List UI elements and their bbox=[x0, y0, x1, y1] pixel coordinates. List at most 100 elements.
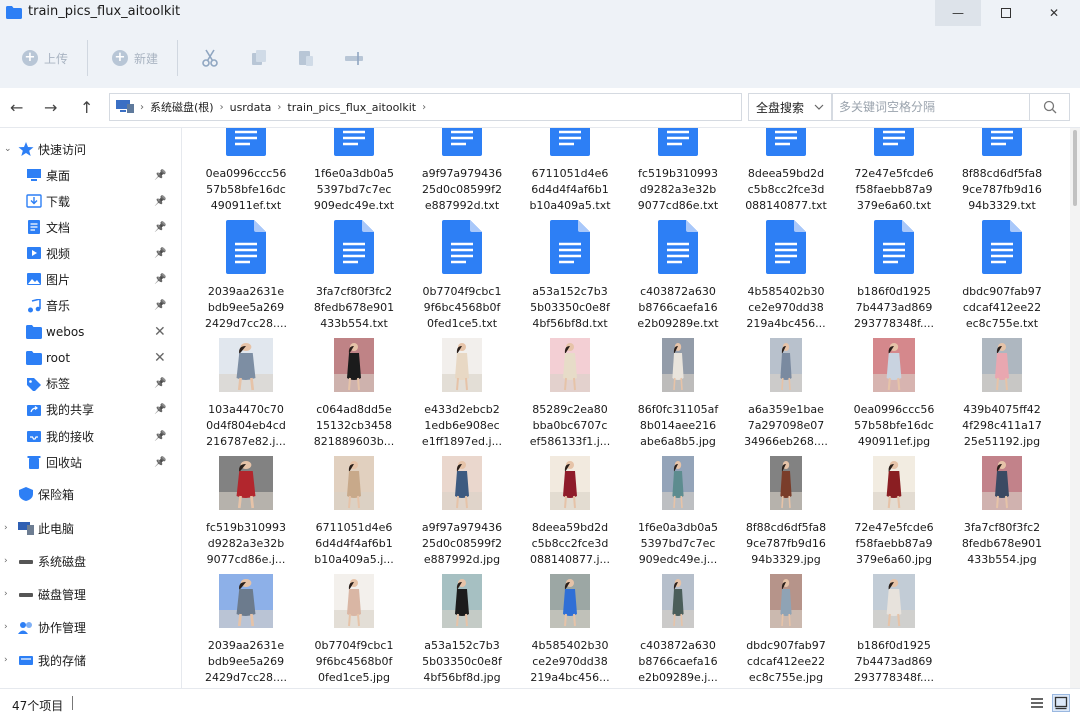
expand-chevron-icon[interactable]: › bbox=[4, 556, 8, 566]
sidebar-item-桌面[interactable]: 桌面 📌 bbox=[0, 163, 180, 187]
sidebar-item-safe[interactable]: 保险箱 bbox=[0, 482, 180, 506]
new-button[interactable]: + 新建 bbox=[112, 48, 158, 68]
image-file-item[interactable]: e433d2ebcb2 1edb6e908ec e1ff1897ed.j... bbox=[412, 338, 512, 450]
details-view-icon[interactable] bbox=[1028, 694, 1046, 712]
remove-icon[interactable]: ✕ bbox=[154, 350, 166, 366]
image-file-item[interactable]: 85289c2ea80 bba0bc6707c ef586133f1.j... bbox=[520, 338, 620, 450]
sidebar-section-系统磁盘[interactable]: › 系统磁盘 bbox=[0, 549, 180, 573]
sidebar-item-root[interactable]: root ✕ bbox=[0, 346, 180, 370]
text-file-item[interactable]: 0b7704f9cbc1 9f6bc4568b0f 0fed1ce5.txt bbox=[412, 220, 512, 332]
text-file-item[interactable]: 0ea0996ccc56 57b58bfe16dc 490911ef.txt bbox=[196, 128, 296, 214]
sidebar-item-标签[interactable]: 标签 📌 bbox=[0, 372, 180, 396]
image-file-item[interactable]: c403872a630 b8766caefa16 e2b09289e.j... bbox=[628, 574, 728, 686]
pin-icon[interactable]: 📌 bbox=[154, 274, 166, 285]
image-file-item[interactable]: c064ad8dd5e 15132cb3458 821889603b... bbox=[304, 338, 404, 450]
sidebar-section-磁盘管理[interactable]: › 磁盘管理 bbox=[0, 582, 180, 606]
image-file-item[interactable]: 103a4470c70 0d4f804eb4cd 216787e82.j... bbox=[196, 338, 296, 450]
image-file-item[interactable]: 86f0fc31105af 8b014aee216 abe6a8b5.jpg bbox=[628, 338, 728, 450]
breadcrumb-segment[interactable]: usrdata bbox=[230, 101, 272, 114]
scrollbar[interactable] bbox=[1070, 128, 1080, 688]
back-button[interactable]: ← bbox=[10, 98, 23, 117]
sidebar-item-webos[interactable]: webos ✕ bbox=[0, 320, 180, 344]
sidebar-item-图片[interactable]: 图片 📌 bbox=[0, 267, 180, 291]
copy-icon[interactable] bbox=[249, 48, 269, 68]
maximize-button[interactable] bbox=[983, 0, 1029, 26]
expand-chevron-icon[interactable]: › bbox=[4, 523, 8, 533]
sidebar-section-我的存储[interactable]: › 我的存储 bbox=[0, 648, 180, 672]
image-file-item[interactable]: 8deea59bd2d c5b8cc2fce3d 088140877.j... bbox=[520, 456, 620, 568]
up-button[interactable]: ↑ bbox=[80, 98, 93, 117]
forward-button[interactable]: → bbox=[44, 98, 57, 117]
text-file-item[interactable]: a53a152c7b3 5b03350c0e8f 4bf56bf8d.txt bbox=[520, 220, 620, 332]
image-file-item[interactable]: 0b7704f9cbc1 9f6bc4568b0f 0fed1ce5.jpg bbox=[304, 574, 404, 686]
pin-icon[interactable]: 📌 bbox=[154, 431, 166, 442]
sidebar-item-视频[interactable]: 视频 📌 bbox=[0, 241, 180, 265]
search-button[interactable] bbox=[1029, 94, 1069, 120]
image-file-item[interactable]: 0ea0996ccc56 57b58bfe16dc 490911ef.jpg bbox=[844, 338, 944, 450]
image-file-item[interactable]: 72e47e5fcde6 f58faebb87a9 379e6a60.jpg bbox=[844, 456, 944, 568]
text-file-item[interactable]: fc519b310993 d9282a3e32b 9077cd86e.txt bbox=[628, 128, 728, 214]
text-file-item[interactable]: a9f97a979436 25d0c08599f2 e887992d.txt bbox=[412, 128, 512, 214]
paste-icon[interactable] bbox=[296, 48, 316, 68]
breadcrumb-segment[interactable]: 系统磁盘(根) bbox=[150, 99, 214, 115]
expand-chevron-icon[interactable]: › bbox=[4, 622, 8, 632]
image-file-item[interactable]: 439b4075ff42 4f298c411a17 25e51192.jpg bbox=[952, 338, 1052, 450]
sidebar-item-我的接收[interactable]: 我的接收 📌 bbox=[0, 424, 180, 448]
image-file-item[interactable]: a6a359e1bae 7a297098e07 34966eb268.... bbox=[736, 338, 836, 450]
image-file-item[interactable]: 1f6e0a3db0a5 5397bd7c7ec 909edc49e.j... bbox=[628, 456, 728, 568]
text-file-item[interactable]: 6711051d4e6 6d4d4f4af6b1 b10a409a5.txt bbox=[520, 128, 620, 214]
image-file-item[interactable]: 8f88cd6df5fa8 9ce787fb9d16 94b3329.jpg bbox=[736, 456, 836, 568]
upload-button[interactable]: + 上传 bbox=[22, 48, 68, 68]
pin-icon[interactable]: 📌 bbox=[154, 170, 166, 181]
pin-icon[interactable]: 📌 bbox=[154, 300, 166, 311]
sidebar-item-下载[interactable]: 下载 📌 bbox=[0, 189, 180, 213]
image-file-item[interactable]: a9f97a979436 25d0c08599f2 e887992d.jpg bbox=[412, 456, 512, 568]
expand-chevron-icon[interactable]: ⌄ bbox=[4, 144, 12, 154]
image-file-item[interactable]: dbdc907fab97 cdcaf412ee22 ec8c755e.jpg bbox=[736, 574, 836, 686]
text-file-item[interactable]: 4b585402b30 ce2e970dd38 219a4bc456... bbox=[736, 220, 836, 332]
pin-icon[interactable]: 📌 bbox=[154, 196, 166, 207]
large-icons-view-icon[interactable] bbox=[1052, 694, 1070, 712]
image-file-item[interactable]: b186f0d1925 7b4473ad869 293778348f.... bbox=[844, 574, 944, 686]
text-file-item[interactable]: 2039aa2631e bdb9ee5a269 2429d7cc28.... bbox=[196, 220, 296, 332]
sidebar-section-此电脑[interactable]: › 此电脑 bbox=[0, 516, 180, 540]
text-file-item[interactable]: 72e47e5fcde6 f58faebb87a9 379e6a60.txt bbox=[844, 128, 944, 214]
image-file-item[interactable]: 3fa7cf80f3fc2 8fedb678e901 433b554.jpg bbox=[952, 456, 1052, 568]
pin-icon[interactable]: 📌 bbox=[154, 404, 166, 415]
expand-chevron-icon[interactable]: › bbox=[4, 589, 8, 599]
text-file-item[interactable]: 3fa7cf80f3fc2 8fedb678e901 433b554.txt bbox=[304, 220, 404, 332]
close-button[interactable]: ✕ bbox=[1031, 0, 1077, 26]
expand-chevron-icon[interactable]: › bbox=[4, 655, 8, 665]
pin-icon[interactable]: 📌 bbox=[154, 222, 166, 233]
image-file-item[interactable]: 4b585402b30 ce2e970dd38 219a4bc456... bbox=[520, 574, 620, 686]
pin-icon[interactable]: 📌 bbox=[154, 378, 166, 389]
sidebar-section-quick-access[interactable]: ⌄ 快速访问 bbox=[0, 137, 180, 161]
image-file-item[interactable]: 6711051d4e6 6d4d4f4af6b1 b10a409a5.j... bbox=[304, 456, 404, 568]
pin-icon[interactable]: 📌 bbox=[154, 248, 166, 259]
breadcrumb-segment[interactable]: train_pics_flux_aitoolkit bbox=[287, 101, 416, 114]
minimize-button[interactable]: — bbox=[935, 0, 981, 26]
search-scope-dropdown[interactable]: 全盘搜索 bbox=[748, 93, 832, 121]
pin-icon[interactable]: 📌 bbox=[154, 457, 166, 468]
address-bar[interactable]: › 系统磁盘(根) › usrdata › train_pics_flux_ai… bbox=[109, 93, 742, 121]
search-input[interactable] bbox=[839, 100, 1035, 114]
text-file-item[interactable]: 8f88cd6df5fa8 9ce787fb9d16 94b3329.txt bbox=[952, 128, 1052, 214]
sidebar-item-回收站[interactable]: 回收站 📌 bbox=[0, 450, 180, 474]
sidebar-item-我的共享[interactable]: 我的共享 📌 bbox=[0, 398, 180, 422]
sidebar-item-文档[interactable]: 文档 📌 bbox=[0, 215, 180, 239]
rename-icon[interactable] bbox=[344, 48, 364, 68]
sidebar-item-音乐[interactable]: 音乐 📌 bbox=[0, 294, 180, 318]
image-file-item[interactable]: fc519b310993 d9282a3e32b 9077cd86e.j... bbox=[196, 456, 296, 568]
image-file-item[interactable]: 2039aa2631e bdb9ee5a269 2429d7cc28.... bbox=[196, 574, 296, 686]
scrollbar-thumb[interactable] bbox=[1073, 130, 1077, 206]
text-file-item[interactable]: c403872a630 b8766caefa16 e2b09289e.txt bbox=[628, 220, 728, 332]
text-file-item[interactable]: dbdc907fab97 cdcaf412ee22 ec8c755e.txt bbox=[952, 220, 1052, 332]
text-file-item[interactable]: b186f0d1925 7b4473ad869 293778348f.... bbox=[844, 220, 944, 332]
file-name-line: a6a359e1bae bbox=[748, 403, 824, 416]
image-file-item[interactable]: a53a152c7b3 5b03350c0e8f 4bf56bf8d.jpg bbox=[412, 574, 512, 686]
text-file-item[interactable]: 1f6e0a3db0a5 5397bd7c7ec 909edc49e.txt bbox=[304, 128, 404, 214]
cut-icon[interactable] bbox=[200, 48, 220, 68]
sidebar-section-协作管理[interactable]: › 协作管理 bbox=[0, 615, 180, 639]
remove-icon[interactable]: ✕ bbox=[154, 324, 166, 340]
text-file-item[interactable]: 8deea59bd2d c5b8cc2fce3d 088140877.txt bbox=[736, 128, 836, 214]
